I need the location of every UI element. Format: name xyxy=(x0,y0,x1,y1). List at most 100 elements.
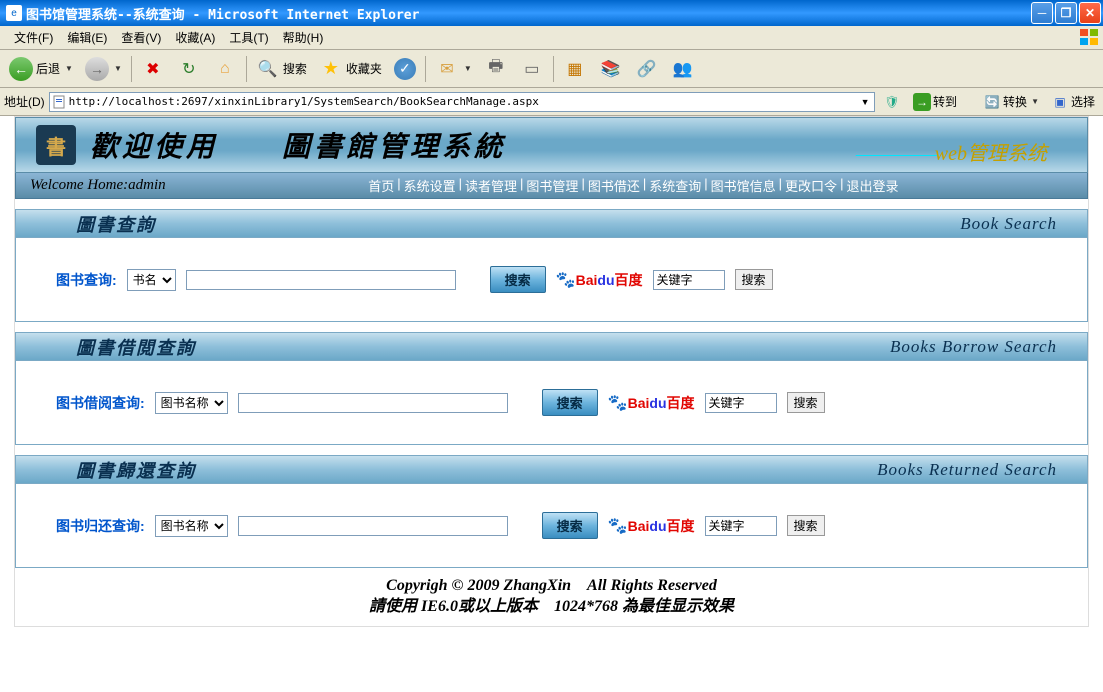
stop-button[interactable]: ✖ xyxy=(136,54,170,84)
separator xyxy=(131,56,132,82)
page-footer: Copyrigh © 2009 ZhangXin All Rights Rese… xyxy=(15,568,1088,626)
nav-library-info[interactable]: 图书馆信息 xyxy=(711,176,776,195)
edit-button[interactable]: ▭ xyxy=(515,54,549,84)
return-search-type-select[interactable]: 图书名称 xyxy=(155,515,228,537)
minimize-button[interactable]: ─ xyxy=(1031,2,1053,24)
tool-btn-1[interactable]: ▦ xyxy=(558,54,592,84)
shield-button[interactable]: 🛡 xyxy=(879,92,905,112)
ie-icon: e xyxy=(6,5,22,21)
borrow-search-type-select[interactable]: 图书名称 xyxy=(155,392,228,414)
baidu-search-button[interactable]: 搜索 xyxy=(787,515,825,536)
print-icon: 🖶 xyxy=(484,57,508,81)
nav-logout[interactable]: 退出登录 xyxy=(846,176,898,195)
messenger-button[interactable]: 👥 xyxy=(666,54,700,84)
nav-system-settings[interactable]: 系统设置 xyxy=(404,176,456,195)
address-input[interactable] xyxy=(69,95,858,108)
select-icon: ▣ xyxy=(1051,93,1069,111)
toolbar-search-button[interactable]: 🔍 搜索 xyxy=(251,54,312,84)
search-label: 搜索 xyxy=(283,60,307,77)
menu-edit[interactable]: 编辑(E) xyxy=(61,27,113,48)
menu-bar: 文件(F) 编辑(E) 查看(V) 收藏(A) 工具(T) 帮助(H) xyxy=(0,26,1103,50)
page-banner: 書 歡迎使用 圖書館管理系統 —————web管理系统 xyxy=(15,117,1088,173)
separator xyxy=(246,56,247,82)
select-button[interactable]: ▣ 选择 xyxy=(1047,92,1099,112)
book-search-label: 图书查询: xyxy=(56,270,117,290)
address-input-wrap[interactable]: ▼ xyxy=(49,92,875,112)
go-button[interactable]: → 转到 xyxy=(909,92,961,112)
section-title-en: Book Search xyxy=(960,214,1057,234)
nav-book-manage[interactable]: 图书管理 xyxy=(526,176,578,195)
browser-hint-line: 請使用 IE6.0或以上版本 1024*768 為最佳显示效果 xyxy=(15,597,1088,618)
tool-btn-2[interactable]: 📚 xyxy=(594,54,628,84)
welcome-text: Welcome Home:admin xyxy=(16,177,180,194)
convert-button[interactable]: 🔄 转换 ▼ xyxy=(979,92,1043,112)
section-title-en: Books Borrow Search xyxy=(890,337,1057,357)
messenger-icon: 👥 xyxy=(671,57,695,81)
book-return-search-section: 圖書歸還查詢 Books Returned Search 图书归还查询: 图书名… xyxy=(15,455,1088,568)
chevron-down-icon: ▼ xyxy=(464,64,472,73)
section-title-cn: 圖書歸還查詢 xyxy=(76,457,196,483)
baidu-search-button[interactable]: 搜索 xyxy=(787,392,825,413)
home-button[interactable]: ⌂ xyxy=(208,54,242,84)
menu-file[interactable]: 文件(F) xyxy=(8,27,59,48)
chevron-down-icon: ▼ xyxy=(114,64,122,73)
nav-home[interactable]: 首页 xyxy=(368,176,394,195)
main-nav: Welcome Home:admin 首页| 系统设置| 读者管理| 图书管理|… xyxy=(15,173,1088,199)
history-button[interactable]: ✓ xyxy=(389,55,421,83)
books-icon: 📚 xyxy=(599,57,623,81)
site-logo-icon: 書 xyxy=(36,125,76,165)
page-content-area: 書 歡迎使用 圖書館管理系統 —————web管理系统 Welcome Home… xyxy=(0,116,1103,692)
book-search-input[interactable] xyxy=(186,270,456,290)
nav-reader-manage[interactable]: 读者管理 xyxy=(465,176,517,195)
nav-change-password[interactable]: 更改口令 xyxy=(785,176,837,195)
tool-btn-3[interactable]: 🔗 xyxy=(630,54,664,84)
baidu-logo-icon: 🐾Baidu百度 xyxy=(608,516,695,536)
nav-system-query[interactable]: 系统查询 xyxy=(649,176,701,195)
mail-button[interactable]: ✉▼ xyxy=(430,54,477,84)
menu-help[interactable]: 帮助(H) xyxy=(277,27,330,48)
borrow-search-button[interactable]: 搜索 xyxy=(542,389,598,416)
back-button[interactable]: ← 后退 ▼ xyxy=(4,54,78,84)
go-icon: → xyxy=(913,93,931,111)
baidu-keyword-input[interactable] xyxy=(705,393,777,413)
book-search-button[interactable]: 搜索 xyxy=(490,266,546,293)
address-bar: 地址(D) ▼ 🛡 → 转到 🔄 转换 ▼ ▣ 选择 xyxy=(0,88,1103,116)
convert-label: 转换 xyxy=(1003,93,1027,110)
baidu-logo-icon: 🐾Baidu百度 xyxy=(556,270,643,290)
mail-icon: ✉ xyxy=(435,57,459,81)
baidu-keyword-input[interactable] xyxy=(705,516,777,536)
borrow-search-input[interactable] xyxy=(238,393,508,413)
home-icon: ⌂ xyxy=(213,57,237,81)
favorites-label: 收藏夹 xyxy=(346,60,382,77)
refresh-button[interactable]: ↻ xyxy=(172,54,206,84)
window-title: 图书馆管理系统--系统查询 - Microsoft Internet Explo… xyxy=(26,4,419,23)
book-search-type-select[interactable]: 书名 xyxy=(127,269,176,291)
return-search-input[interactable] xyxy=(238,516,508,536)
address-dropdown[interactable]: ▼ xyxy=(858,97,872,107)
menu-tools[interactable]: 工具(T) xyxy=(223,27,274,48)
copyright-line: Copyrigh © 2009 ZhangXin All Rights Rese… xyxy=(15,576,1088,597)
return-search-label: 图书归还查询: xyxy=(56,516,145,536)
banner-title: 歡迎使用 圖書館管理系統 xyxy=(90,125,506,165)
baidu-search-button[interactable]: 搜索 xyxy=(735,269,773,290)
address-label: 地址(D) xyxy=(4,93,45,110)
stop-icon: ✖ xyxy=(141,57,165,81)
maximize-button[interactable]: ❐ xyxy=(1055,2,1077,24)
chevron-down-icon: ▼ xyxy=(65,64,73,73)
forward-icon: → xyxy=(85,57,109,81)
history-icon: ✓ xyxy=(394,58,416,80)
menu-favorites[interactable]: 收藏(A) xyxy=(169,27,221,48)
borrow-search-label: 图书借阅查询: xyxy=(56,393,145,413)
menu-view[interactable]: 查看(V) xyxy=(115,27,167,48)
toolbar-favorites-button[interactable]: ★ 收藏夹 xyxy=(314,54,387,84)
nav-book-lend[interactable]: 图书借还 xyxy=(588,176,640,195)
forward-button[interactable]: → ▼ xyxy=(80,54,127,84)
return-search-button[interactable]: 搜索 xyxy=(542,512,598,539)
baidu-logo-icon: 🐾Baidu百度 xyxy=(608,393,695,413)
book-search-section: 圖書查詢 Book Search 图书查询: 书名 搜索 🐾Baidu百度 搜索 xyxy=(15,209,1088,322)
select-label: 选择 xyxy=(1071,93,1095,110)
print-button[interactable]: 🖶 xyxy=(479,54,513,84)
convert-icon: 🔄 xyxy=(983,93,1001,111)
baidu-keyword-input[interactable] xyxy=(653,270,725,290)
close-button[interactable]: ✕ xyxy=(1079,2,1101,24)
